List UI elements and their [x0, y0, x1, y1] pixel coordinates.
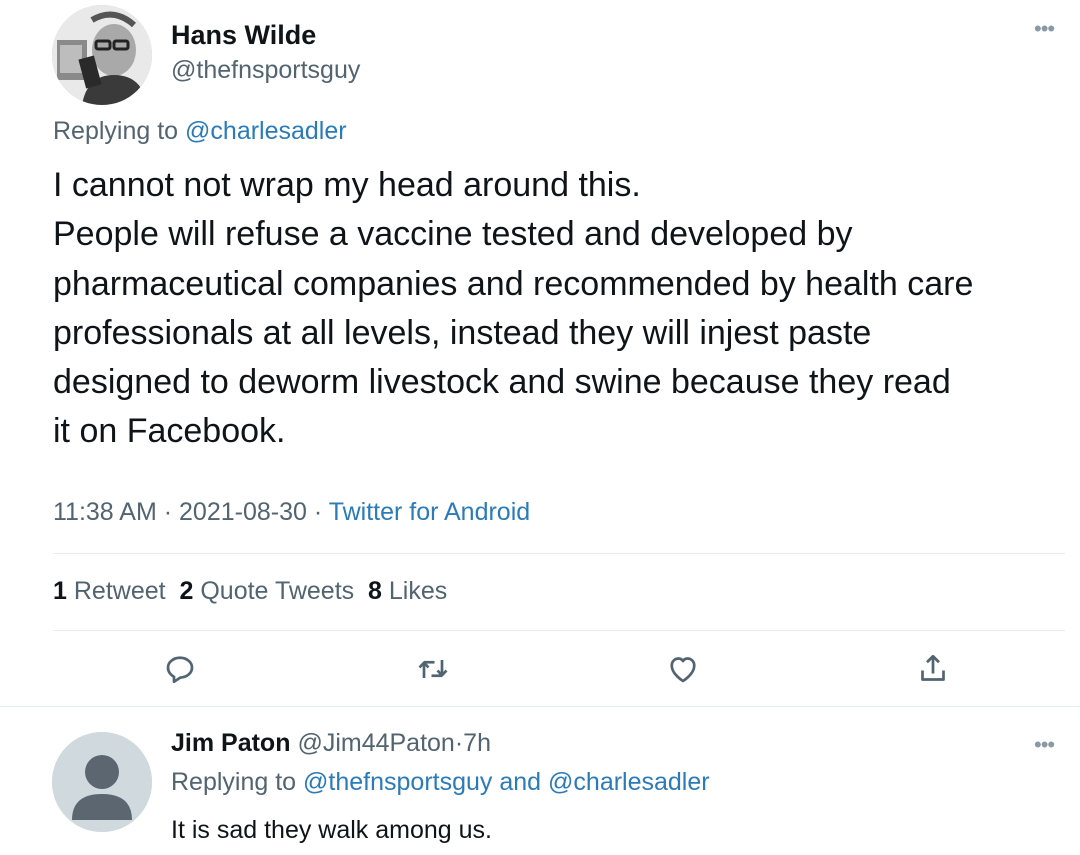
meta-separator: ·	[313, 498, 323, 526]
more-horizontal-icon[interactable]: •••	[1034, 734, 1055, 756]
quotes-count: 2	[179, 577, 194, 605]
replying-prefix: Replying to	[53, 117, 179, 145]
share-button[interactable]	[915, 651, 951, 687]
author-handle[interactable]: @thefnsportsguy	[171, 56, 360, 85]
reply-replying-to: Replying to @thefnsportsguy and @charles…	[171, 768, 710, 797]
mention-link[interactable]: @charlesadler	[185, 117, 347, 145]
reply-icon	[166, 656, 194, 684]
author-name[interactable]: Hans Wilde	[171, 20, 316, 51]
tweet-text-line: I cannot not wrap my head around this.	[53, 166, 641, 204]
divider	[53, 553, 1065, 554]
reply-header: Jim Paton @Jim44Paton·7h	[171, 729, 491, 758]
quotes-stat[interactable]: 2 Quote Tweets	[179, 577, 354, 605]
quotes-label: Quote Tweets	[200, 577, 355, 605]
mention-link[interactable]: @thefnsportsguy	[303, 768, 492, 796]
tweet-time[interactable]: 11:38 AM	[53, 498, 157, 526]
retweets-count: 1	[53, 577, 67, 605]
meta-separator: ·	[163, 498, 173, 526]
retweets-label: Retweet	[73, 577, 166, 605]
reply-text: It is sad they walk among us.	[171, 816, 492, 844]
reply-author-handle[interactable]: @Jim44Paton	[297, 729, 454, 757]
mention-link[interactable]: @charlesadler	[548, 768, 710, 796]
like-button[interactable]	[665, 651, 701, 687]
tweet-text-line: it on Facebook.	[53, 412, 286, 451]
author-avatar[interactable]	[52, 5, 152, 105]
replying-prefix: Replying to	[171, 768, 297, 796]
tweet-text-line: pharmaceutical companies and recommended…	[53, 264, 974, 303]
tweet-source[interactable]: Twitter for Android	[329, 498, 530, 526]
divider	[53, 630, 1065, 631]
heart-icon	[670, 657, 696, 683]
likes-stat[interactable]: 8 Likes	[368, 577, 447, 605]
tweet-date[interactable]: 2021-08-30	[179, 498, 307, 526]
tweet-text-line: professionals at all levels, instead the…	[53, 313, 872, 352]
reply-separator: ·	[454, 729, 464, 757]
tweet-text-line: People will refuse a vaccine tested and …	[53, 215, 853, 254]
likes-label: Likes	[388, 577, 448, 605]
retweet-icon	[418, 660, 448, 678]
reply-author-name[interactable]: Jim Paton	[171, 729, 290, 757]
likes-count: 8	[368, 577, 382, 605]
share-icon	[921, 654, 945, 681]
retweets-stat[interactable]: 1 Retweet	[53, 577, 166, 605]
retweet-button[interactable]	[415, 651, 451, 687]
reply-age[interactable]: 7h	[463, 729, 491, 757]
reply-avatar[interactable]	[52, 732, 152, 832]
reply-button[interactable]	[162, 651, 198, 687]
tweet-meta: 11:38 AM · 2021-08-30 · Twitter for Andr…	[53, 498, 530, 527]
tweet-text-line: designed to deworm livestock and swine b…	[53, 363, 951, 402]
section-divider	[0, 706, 1080, 707]
and-word: and	[499, 768, 542, 796]
replying-to: Replying to @charlesadler	[53, 117, 347, 146]
more-horizontal-icon[interactable]: •••	[1034, 18, 1055, 40]
tweet-text: I cannot not wrap my head around this. P…	[53, 161, 1078, 457]
tweet-stats: 1 Retweet 2 Quote Tweets 8 Likes	[53, 577, 447, 606]
